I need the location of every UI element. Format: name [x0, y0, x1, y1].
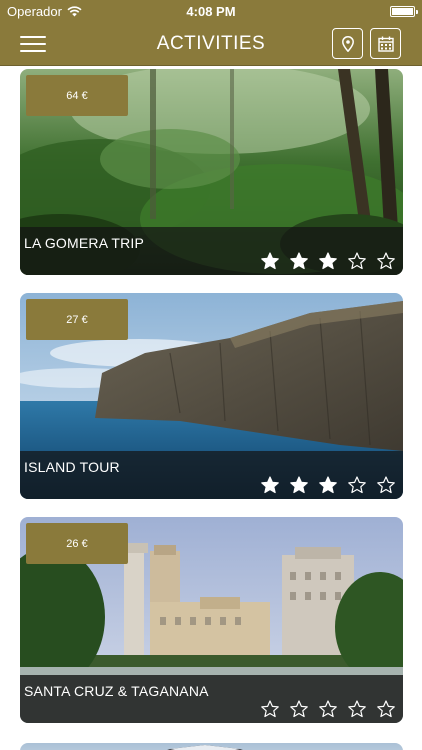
activity-card-partial[interactable]: [20, 743, 403, 750]
price-badge: 26 €: [26, 523, 128, 564]
star-empty-icon: [261, 700, 279, 718]
calendar-button[interactable]: [370, 28, 401, 59]
star-empty-icon: [348, 476, 366, 494]
navigation-bar: ACTIVITIES: [0, 22, 422, 66]
price-badge: 27 €: [26, 299, 128, 340]
star-empty-icon: [377, 700, 395, 718]
activity-card[interactable]: 64 € LA GOMERA TRIP: [20, 69, 403, 275]
activity-caption: SANTA CRUZ & TAGANANA: [20, 675, 403, 723]
battery-level: [392, 8, 413, 15]
map-pin-icon: [341, 35, 354, 52]
star-empty-icon: [377, 252, 395, 270]
map-button[interactable]: [332, 28, 363, 59]
star-empty-icon: [348, 700, 366, 718]
rating-stars: [261, 252, 395, 270]
activity-list[interactable]: 64 € LA GOMERA TRIP 27 € ISLAND TOUR 26 …: [0, 66, 422, 750]
activity-name: SANTA CRUZ & TAGANANA: [24, 683, 209, 699]
price-badge: 64 €: [26, 75, 128, 116]
activity-caption: LA GOMERA TRIP: [20, 227, 403, 275]
rating-stars: [261, 700, 395, 718]
activity-card[interactable]: 27 € ISLAND TOUR: [20, 293, 403, 499]
star-filled-icon: [261, 252, 279, 270]
battery-icon: [390, 6, 418, 17]
rating-stars: [261, 476, 395, 494]
star-empty-icon: [290, 700, 308, 718]
star-filled-icon: [261, 476, 279, 494]
activity-name: LA GOMERA TRIP: [24, 235, 145, 251]
activity-card[interactable]: 26 € SANTA CRUZ & TAGANANA: [20, 517, 403, 723]
activity-photo-mountain: [167, 745, 243, 750]
activity-name: ISLAND TOUR: [24, 459, 120, 475]
star-empty-icon: [348, 252, 366, 270]
calendar-icon: [377, 36, 394, 52]
clock: 4:08 PM: [186, 4, 236, 19]
star-empty-icon: [319, 700, 337, 718]
star-filled-icon: [290, 252, 308, 270]
status-bar: Operador 4:08 PM: [0, 0, 422, 22]
star-empty-icon: [377, 476, 395, 494]
star-filled-icon: [290, 476, 308, 494]
star-filled-icon: [319, 252, 337, 270]
star-filled-icon: [319, 476, 337, 494]
activity-caption: ISLAND TOUR: [20, 451, 403, 499]
